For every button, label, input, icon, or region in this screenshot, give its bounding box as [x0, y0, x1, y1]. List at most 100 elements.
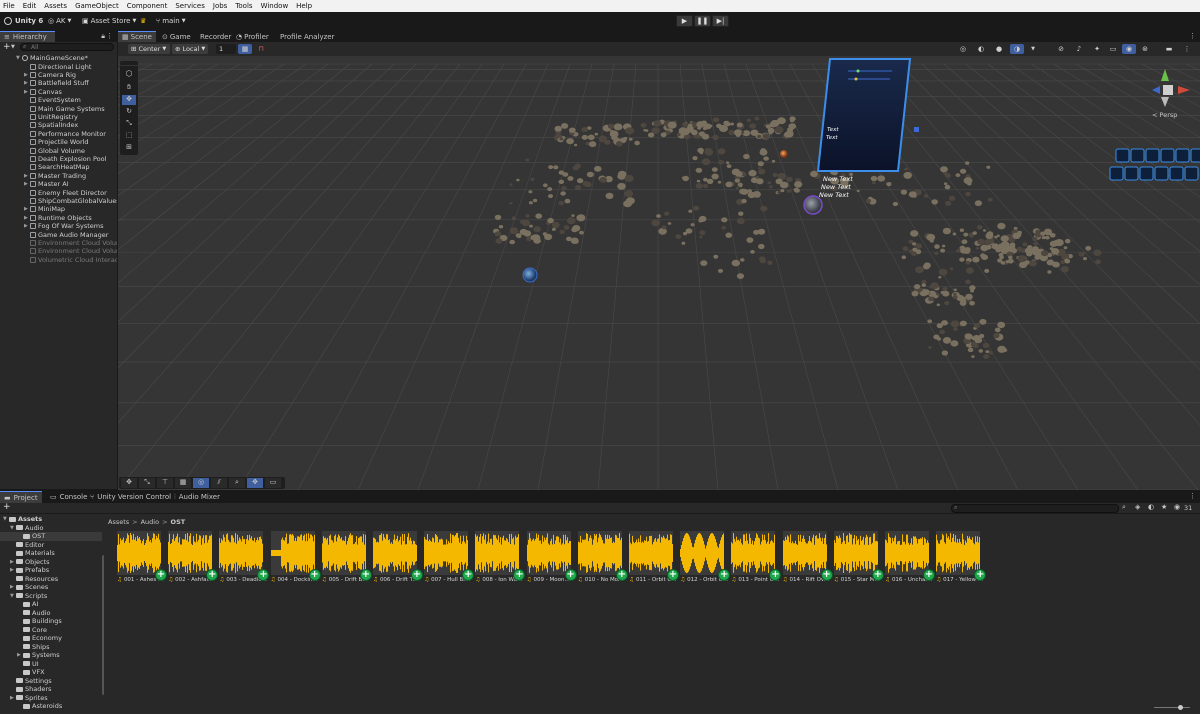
scene-viewport[interactable] — [118, 56, 1200, 490]
lock-icon[interactable]: 🔒︎ — [101, 32, 105, 41]
hierarchy-item[interactable]: ▶ Battlefield Stuff — [0, 79, 117, 87]
project-folder-item[interactable]: Shaders — [0, 685, 102, 694]
scene-root-row[interactable]: ▼ MainGameScene* — [0, 54, 117, 62]
snap-increment-field[interactable]: 1 — [216, 44, 236, 54]
scene-kebab-button[interactable]: ⋮ — [1180, 44, 1194, 54]
audio-asset[interactable]: + ♫ 015 - Star M... — [833, 531, 884, 583]
hierarchy-item[interactable]: Projectile World — [0, 138, 117, 146]
pause-button[interactable]: ❚❚ — [694, 15, 711, 27]
project-folder-item[interactable]: Asteroids — [0, 702, 102, 711]
menu-item-gameobject[interactable]: GameObject — [75, 2, 119, 10]
hierarchy-item[interactable]: EventSystem — [0, 96, 117, 104]
path-icon[interactable]: ⫽ — [211, 478, 227, 488]
project-folder-item[interactable]: ▶ Objects — [0, 558, 102, 567]
pivot-dropdown[interactable]: ⊞ Center ▼ — [128, 44, 170, 54]
tab-game[interactable]: ⊙ Game — [158, 31, 195, 42]
account-dropdown[interactable]: ◎ AK ▼ — [48, 15, 71, 27]
tab-console[interactable]: ▭ Console — [46, 491, 91, 503]
view-tool-button[interactable]: ⬡ — [122, 69, 136, 79]
hierarchy-item[interactable]: Death Explosion Pool — [0, 155, 117, 163]
grid-size-slider[interactable] — [1154, 705, 1190, 710]
audio-asset[interactable]: + ♫ 001 - Ashes ... — [117, 531, 167, 583]
asset-store-dropdown[interactable]: ▣ Asset Store ▼ — [82, 15, 136, 27]
project-folder-item[interactable]: ▶ Systems — [0, 651, 102, 660]
menu-item-file[interactable]: File — [3, 2, 15, 10]
grid-snap-toggle[interactable]: ▦ — [238, 44, 252, 54]
audio-asset[interactable]: + ♫ 009 - Moon... — [526, 531, 577, 583]
hierarchy-item[interactable]: ▶ Master AI — [0, 180, 117, 188]
tab-unity-version-control[interactable]: ⑂ Unity Version Control — [86, 491, 175, 503]
snap-settings-button[interactable]: ⊓ — [254, 44, 268, 54]
draw-mode-dropdown[interactable]: ▼ — [1026, 44, 1040, 54]
chevron-down-icon[interactable]: ▼ — [11, 44, 15, 50]
eye-icon[interactable]: ◉ — [1174, 503, 1180, 511]
align-icon[interactable]: ⊤ — [157, 478, 173, 488]
grid-icon[interactable]: ▦ — [175, 478, 191, 488]
audio-asset[interactable]: + ♫ 013 - Point O... — [731, 531, 782, 583]
rect-tool-button[interactable]: ⬚ — [122, 131, 136, 141]
menu-item-tools[interactable]: Tools — [235, 2, 252, 10]
hierarchy-item[interactable]: Main Game Systems — [0, 104, 117, 113]
menu-item-edit[interactable]: Edit — [23, 2, 37, 10]
hierarchy-item[interactable]: ▶ Canvas — [0, 88, 117, 96]
scale-tool-button[interactable]: ⤡ — [122, 119, 136, 129]
search-icon[interactable]: ⌕ — [229, 478, 245, 488]
hierarchy-item[interactable]: ▶ Master Trading — [0, 172, 117, 180]
draw-mode-button[interactable]: ◑ — [1010, 44, 1024, 54]
hierarchy-item[interactable]: Enemy Fleet Director — [0, 188, 117, 197]
project-folder-item[interactable]: Editor — [0, 541, 102, 550]
crown-icon[interactable]: ♛ — [140, 15, 146, 27]
unity-logo-button[interactable]: Unity 6 — [4, 15, 43, 27]
tab-audio-mixer[interactable]: ⫶ Audio Mixer — [170, 491, 224, 503]
project-folder-item[interactable]: Ships — [0, 643, 102, 652]
transform-tool-button[interactable]: ⊞ — [122, 143, 136, 153]
project-folder-item[interactable]: Buildings — [0, 617, 102, 626]
project-search-input[interactable]: ⌕ — [951, 504, 1119, 513]
hierarchy-item[interactable]: SpatialIndex — [0, 121, 117, 129]
project-folder-item[interactable]: ▼ Scripts — [0, 592, 102, 601]
menu-item-services[interactable]: Services — [175, 2, 205, 10]
palette-drag-handle[interactable] — [120, 61, 138, 66]
hierarchy-item[interactable]: Directional Light — [0, 62, 117, 71]
tab-recorder[interactable]: Recorder — [196, 31, 235, 42]
move-snap-icon[interactable]: ✥ — [121, 478, 137, 488]
filter-icon[interactable]: ◐ — [1148, 503, 1154, 511]
toggle-2d-button[interactable]: ⊘ — [1054, 44, 1068, 54]
project-folder-item[interactable]: ▶ Sprites — [0, 694, 102, 703]
breadcrumb-item[interactable]: Audio — [141, 518, 159, 526]
project-folder-item[interactable]: Settings — [0, 677, 102, 686]
rotate-icon[interactable]: ◎ — [193, 478, 209, 488]
project-folder-item[interactable]: AI — [0, 600, 102, 609]
menu-item-assets[interactable]: Assets — [44, 2, 67, 10]
move-tool-button[interactable]: ✥ — [122, 95, 136, 105]
gizmos-dropdown[interactable]: ⊛ — [1138, 44, 1152, 54]
menu-item-window[interactable]: Window — [261, 2, 289, 10]
breadcrumb-item[interactable]: OST — [171, 518, 186, 526]
project-folder-item[interactable]: Audio — [0, 609, 102, 618]
audio-toggle[interactable]: ♪ — [1072, 44, 1086, 54]
effects-dropdown[interactable]: ✦ — [1090, 44, 1104, 54]
lighting-toggle[interactable]: ● — [992, 44, 1006, 54]
project-folder-item[interactable]: ▼ Assets — [0, 515, 102, 524]
orientation-gizmo[interactable] — [1146, 67, 1192, 113]
move-icon[interactable]: ✥ — [247, 478, 263, 488]
shading-mode-button[interactable]: ◐ — [974, 44, 988, 54]
hierarchy-item[interactable]: SearchHeatMap — [0, 163, 117, 171]
audio-asset[interactable]: + ♫ 003 - Deadlo... — [219, 531, 270, 583]
project-folder-item[interactable]: Core — [0, 626, 102, 635]
audio-asset[interactable]: + ♫ 007 - Hull Br... — [424, 531, 475, 583]
hierarchy-item[interactable]: Game Audio Manager — [0, 230, 117, 239]
space-dropdown[interactable]: ⊕ Local ▼ — [172, 44, 208, 54]
kebab-menu-icon[interactable]: ⋮ — [106, 32, 113, 40]
menu-item-jobs[interactable]: Jobs — [213, 2, 227, 10]
project-folder-item[interactable]: ▶ Prefabs — [0, 566, 102, 575]
branch-dropdown[interactable]: ⑂ main ▼ — [156, 15, 186, 27]
add-icon[interactable]: + — [3, 42, 11, 52]
star-icon[interactable]: ★ — [1161, 503, 1167, 511]
audio-asset[interactable]: + ♫ 008 - Ion Wa... — [475, 531, 526, 583]
project-folder-item[interactable]: Economy — [0, 634, 102, 643]
hierarchy-search-input[interactable]: ⌕ All — [20, 43, 114, 51]
persp-label[interactable]: < Persp — [1152, 111, 1177, 119]
breadcrumb-item[interactable]: Assets — [108, 518, 129, 526]
project-folder-item[interactable]: UI — [0, 660, 102, 669]
